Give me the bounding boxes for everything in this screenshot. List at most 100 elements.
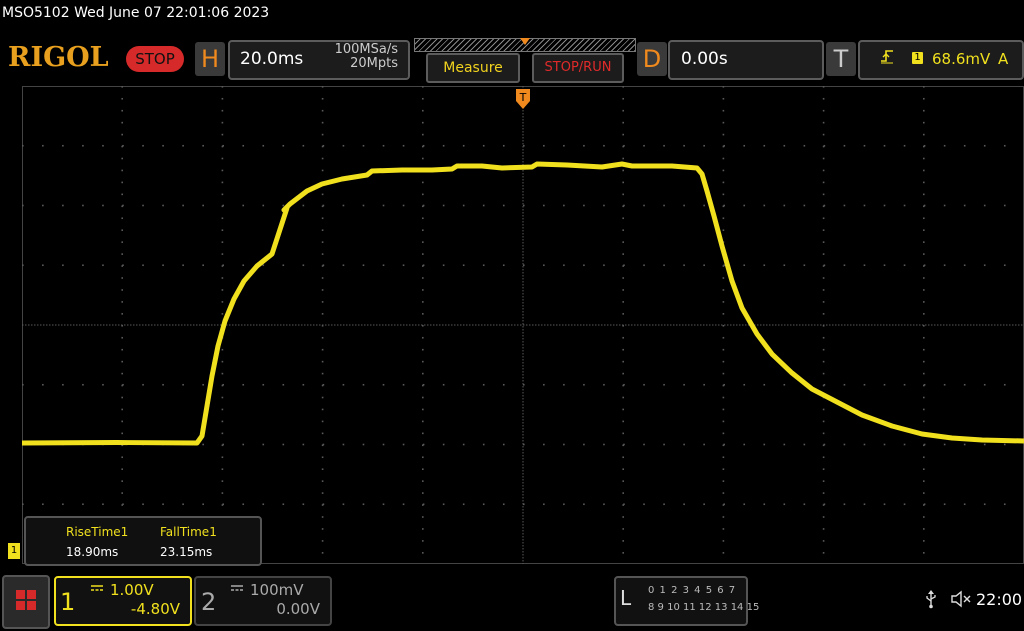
graticule-dot bbox=[803, 443, 806, 446]
graticule-dot bbox=[522, 320, 524, 322]
graticule-dot bbox=[522, 512, 524, 514]
graticule-dot bbox=[563, 264, 565, 267]
horizontal-menu-button[interactable]: H bbox=[195, 42, 225, 76]
graticule-dot bbox=[43, 324, 45, 326]
graticule-dot bbox=[803, 503, 806, 506]
graticule-dot bbox=[166, 324, 168, 326]
graticule-dot bbox=[402, 264, 405, 267]
graticule-dot bbox=[1003, 324, 1005, 326]
graticule-dot bbox=[724, 324, 726, 326]
graticule-dot bbox=[603, 204, 605, 207]
graticule-dot bbox=[422, 408, 424, 411]
graticule-dot bbox=[42, 264, 44, 267]
graticule-dot bbox=[979, 324, 981, 326]
graticule-dot bbox=[222, 503, 224, 506]
graticule-dot bbox=[522, 140, 524, 142]
graticule-dot bbox=[385, 324, 387, 326]
logic-analyzer-settings[interactable] bbox=[614, 576, 748, 626]
graticule-dot bbox=[162, 204, 164, 207]
grid-menu-icon bbox=[16, 590, 36, 610]
graticule-dot bbox=[718, 324, 720, 326]
graticule-dot bbox=[522, 416, 524, 418]
measure-button[interactable]: Measure bbox=[426, 53, 520, 83]
graticule-dot bbox=[822, 86, 825, 88]
graticule-dot bbox=[422, 193, 424, 196]
graticule-dot bbox=[157, 324, 159, 326]
graticule-dot bbox=[221, 217, 224, 220]
graticule-dot bbox=[623, 443, 625, 446]
sound-muted-icon[interactable] bbox=[950, 590, 972, 608]
delay-menu-button[interactable]: D bbox=[637, 42, 667, 76]
graticule-dot bbox=[522, 437, 524, 439]
graticule-dot bbox=[97, 324, 99, 326]
graticule-dot bbox=[235, 324, 237, 326]
graticule-dot bbox=[178, 324, 180, 326]
graticule-dot bbox=[722, 528, 725, 530]
trigger-menu-button[interactable]: T bbox=[826, 42, 856, 76]
graticule-dot bbox=[522, 335, 524, 337]
rising-edge-icon bbox=[881, 50, 893, 64]
channel1-offset-marker[interactable]: 1 bbox=[8, 543, 20, 559]
graticule-dot bbox=[822, 169, 825, 172]
graticule-dot bbox=[522, 275, 524, 277]
graticule-dot bbox=[923, 97, 925, 100]
graticule-dot bbox=[743, 144, 746, 147]
graticule-dot bbox=[94, 324, 96, 326]
graticule-dot bbox=[221, 253, 224, 255]
graticule-dot bbox=[643, 383, 645, 386]
graticule-dot bbox=[522, 242, 524, 244]
logic-analyzer-label: L bbox=[620, 586, 632, 610]
graticule-dot bbox=[722, 396, 725, 399]
graticule-dot bbox=[121, 372, 123, 375]
graticule-dot bbox=[983, 144, 986, 147]
waveform-display[interactable] bbox=[22, 86, 1024, 564]
trigger-mode: A bbox=[998, 50, 1009, 68]
graticule-dot bbox=[522, 533, 524, 535]
graticule-dot bbox=[321, 468, 324, 470]
graticule-dot bbox=[723, 383, 725, 386]
channel2-offset: 0.00V bbox=[276, 600, 320, 618]
graticule-dot bbox=[923, 157, 925, 160]
graticule-dot bbox=[522, 368, 524, 370]
graticule-dot bbox=[722, 432, 725, 435]
graticule-dot bbox=[783, 204, 786, 207]
graticule-dot bbox=[847, 324, 849, 326]
graticule-dot bbox=[342, 144, 345, 147]
graticule-dot bbox=[923, 516, 925, 518]
graticule-dot bbox=[583, 264, 585, 267]
graticule-dot bbox=[1003, 264, 1006, 267]
graticule-dot bbox=[622, 468, 624, 470]
stop-run-button[interactable]: STOP/RUN bbox=[532, 53, 624, 83]
graticule-dot bbox=[963, 264, 966, 267]
graticule-dot bbox=[202, 383, 204, 386]
graticule-dot bbox=[422, 383, 425, 386]
graticule-dot bbox=[583, 443, 585, 446]
graticule-dot bbox=[321, 396, 324, 399]
graticule-dot bbox=[460, 324, 462, 326]
graticule-dot bbox=[822, 289, 825, 291]
graticule-dot bbox=[822, 217, 825, 220]
graticule-dot bbox=[445, 324, 447, 326]
graticule-dot bbox=[221, 169, 224, 172]
graticule-dot bbox=[623, 144, 625, 147]
graticule-dot bbox=[109, 324, 111, 326]
graticule-dot bbox=[983, 383, 986, 386]
graticule-dot bbox=[102, 503, 104, 506]
graticule-dot bbox=[1006, 324, 1008, 326]
graticule-dot bbox=[923, 229, 925, 231]
graticule-dot bbox=[743, 383, 746, 386]
graticule-dot bbox=[112, 324, 114, 326]
trigger-marker-icon[interactable]: T bbox=[515, 88, 531, 110]
graticule-dot bbox=[822, 360, 825, 363]
graticule-dot bbox=[466, 324, 468, 326]
graticule-dot bbox=[923, 443, 926, 446]
graticule-dot bbox=[619, 324, 621, 326]
main-menu-button[interactable] bbox=[2, 575, 50, 629]
graticule-dot bbox=[853, 324, 855, 326]
measurement-results-panel[interactable]: RiseTime1 18.90ms FallTime1 23.15ms bbox=[24, 516, 262, 566]
graticule-dot bbox=[822, 181, 825, 184]
channel1-scale: 1.00V bbox=[110, 581, 154, 599]
graticule-dot bbox=[259, 324, 261, 326]
run-state-badge[interactable]: STOP bbox=[126, 46, 184, 72]
graticule-dot bbox=[522, 353, 524, 355]
